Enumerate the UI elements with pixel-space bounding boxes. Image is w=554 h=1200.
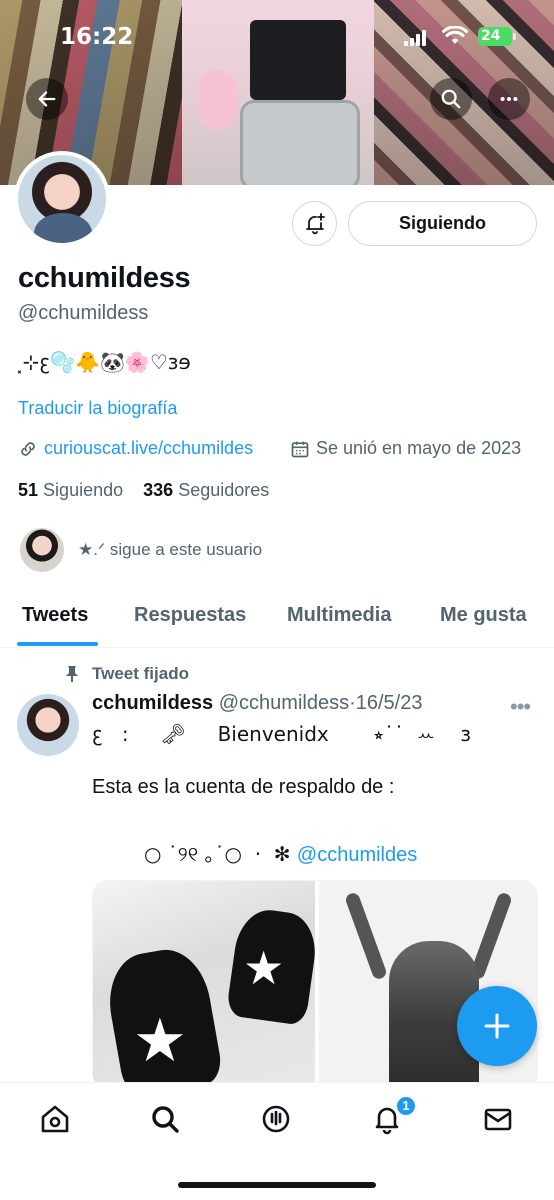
link-icon bbox=[21, 441, 35, 456]
follower-avatar bbox=[20, 528, 64, 572]
tweet-mention-link[interactable]: @cchumildes bbox=[297, 844, 417, 866]
battery-icon: 24 bbox=[478, 27, 516, 46]
tab-likes[interactable]: Me gusta bbox=[440, 604, 527, 627]
spaces-microphone-icon bbox=[262, 1105, 290, 1133]
active-tab-indicator bbox=[17, 642, 98, 646]
pin-icon bbox=[66, 666, 78, 682]
nav-messages[interactable] bbox=[480, 1101, 516, 1137]
followers-label: Seguidores bbox=[178, 480, 270, 500]
search-button[interactable] bbox=[430, 78, 472, 120]
compose-tweet-button[interactable] bbox=[457, 986, 537, 1066]
status-time: 16:22 bbox=[60, 24, 134, 50]
search-icon bbox=[441, 89, 461, 109]
follow-counts: 51 Siguiendo 336 Seguidores bbox=[18, 480, 269, 501]
more-options-button[interactable] bbox=[488, 78, 530, 120]
search-icon bbox=[152, 1106, 179, 1133]
tweet-more-icon[interactable]: ••• bbox=[510, 694, 531, 720]
profile-avatar[interactable] bbox=[14, 151, 110, 247]
tweet-media-grid: ★ ★ bbox=[92, 880, 538, 1090]
more-horizontal-icon bbox=[500, 96, 518, 102]
followers-count: 336 bbox=[143, 480, 174, 500]
nav-home[interactable] bbox=[37, 1101, 73, 1137]
star-icon: ★ bbox=[133, 1006, 187, 1076]
home-icon bbox=[41, 1105, 69, 1133]
followed-by-row[interactable]: ★.ᐟ sigue a este usuario bbox=[20, 528, 262, 572]
tweet-text-line-1: ꜫ : 🗝 Bienvenidx ⭒˙˙ ꕀ ɜ bbox=[92, 722, 471, 746]
star-icon: ★ bbox=[243, 941, 285, 995]
tweet-text-line-2: Esta es la cuenta de respaldo de : bbox=[92, 776, 395, 798]
profile-name: cchumildess bbox=[18, 262, 191, 294]
tab-replies[interactable]: Respuestas bbox=[134, 604, 246, 627]
following-count-link[interactable]: 51 Siguiendo bbox=[18, 480, 123, 500]
suitcase bbox=[240, 100, 360, 185]
home-indicator[interactable] bbox=[178, 1182, 376, 1188]
tweet-date[interactable]: 16/5/23 bbox=[356, 692, 423, 714]
tab-media[interactable]: Multimedia bbox=[287, 604, 391, 627]
tweet-text-line-3: ○ ˙୨୧ ｡˙○ · ✻ @cchumildes bbox=[144, 838, 417, 867]
notifications-subscribe-button[interactable] bbox=[292, 201, 337, 246]
following-label: Siguiendo bbox=[43, 480, 124, 500]
profile-handle: @cchumildess bbox=[18, 302, 149, 324]
calendar-icon bbox=[291, 441, 309, 457]
mail-icon bbox=[484, 1108, 512, 1131]
tweet-header: cchumildess @cchumildess·16/5/23 bbox=[92, 692, 422, 715]
followers-count-link[interactable]: 336 Seguidores bbox=[143, 480, 269, 500]
battery-level: 24 bbox=[481, 28, 501, 44]
notification-badge: 1 bbox=[395, 1095, 417, 1117]
tab-tweets[interactable]: Tweets bbox=[22, 604, 88, 627]
pinned-label-text: Tweet fijado bbox=[92, 664, 189, 683]
profile-meta: curiouscat.live/cchumildes Se unió en ma… bbox=[18, 438, 548, 464]
back-button[interactable] bbox=[26, 78, 68, 120]
joined-date: Se unió en mayo de 2023 bbox=[316, 438, 522, 458]
nav-search[interactable] bbox=[147, 1101, 183, 1137]
tweet-image-shoes[interactable]: ★ ★ bbox=[93, 881, 321, 1089]
profile-bio: ⸼⊹ꜫ🫧🐥🐼🌸♡ɜɘ bbox=[18, 350, 191, 374]
translate-bio-link[interactable]: Traducir la biografía bbox=[18, 398, 177, 419]
followed-by-text: ★.ᐟ sigue a este usuario bbox=[78, 540, 263, 559]
cellular-signal-icon bbox=[404, 30, 430, 46]
nav-spaces[interactable] bbox=[258, 1101, 294, 1137]
website-link[interactable]: curiouscat.live/cchumildes bbox=[44, 438, 253, 459]
tweet-author-name[interactable]: cchumildess bbox=[92, 692, 213, 714]
following-count: 51 bbox=[18, 480, 39, 500]
profile-joined: Se unió en mayo de 2023 bbox=[290, 438, 521, 459]
plus-icon bbox=[484, 1013, 510, 1039]
tweet-decoration: ○ ˙୨୧ ｡˙○ · ✻ bbox=[144, 842, 297, 866]
tweet-author-avatar[interactable] bbox=[17, 694, 79, 756]
arrow-left-icon bbox=[38, 91, 56, 107]
status-bar: 16:22 24 bbox=[0, 0, 554, 70]
profile-website[interactable]: curiouscat.live/cchumildes bbox=[18, 438, 253, 459]
plush-toy bbox=[198, 70, 238, 130]
pinned-tweet-label: Tweet fijado bbox=[64, 664, 189, 684]
tweet-separator: · bbox=[349, 692, 356, 714]
bell-plus-icon bbox=[305, 212, 325, 234]
figure-arm-left bbox=[344, 891, 388, 981]
following-button[interactable]: Siguiendo bbox=[348, 201, 537, 246]
wifi-icon bbox=[442, 26, 468, 44]
tweet-author-handle: @cchumildess bbox=[218, 692, 350, 714]
profile-tabs: Tweets Respuestas Multimedia Me gusta bbox=[0, 592, 554, 648]
